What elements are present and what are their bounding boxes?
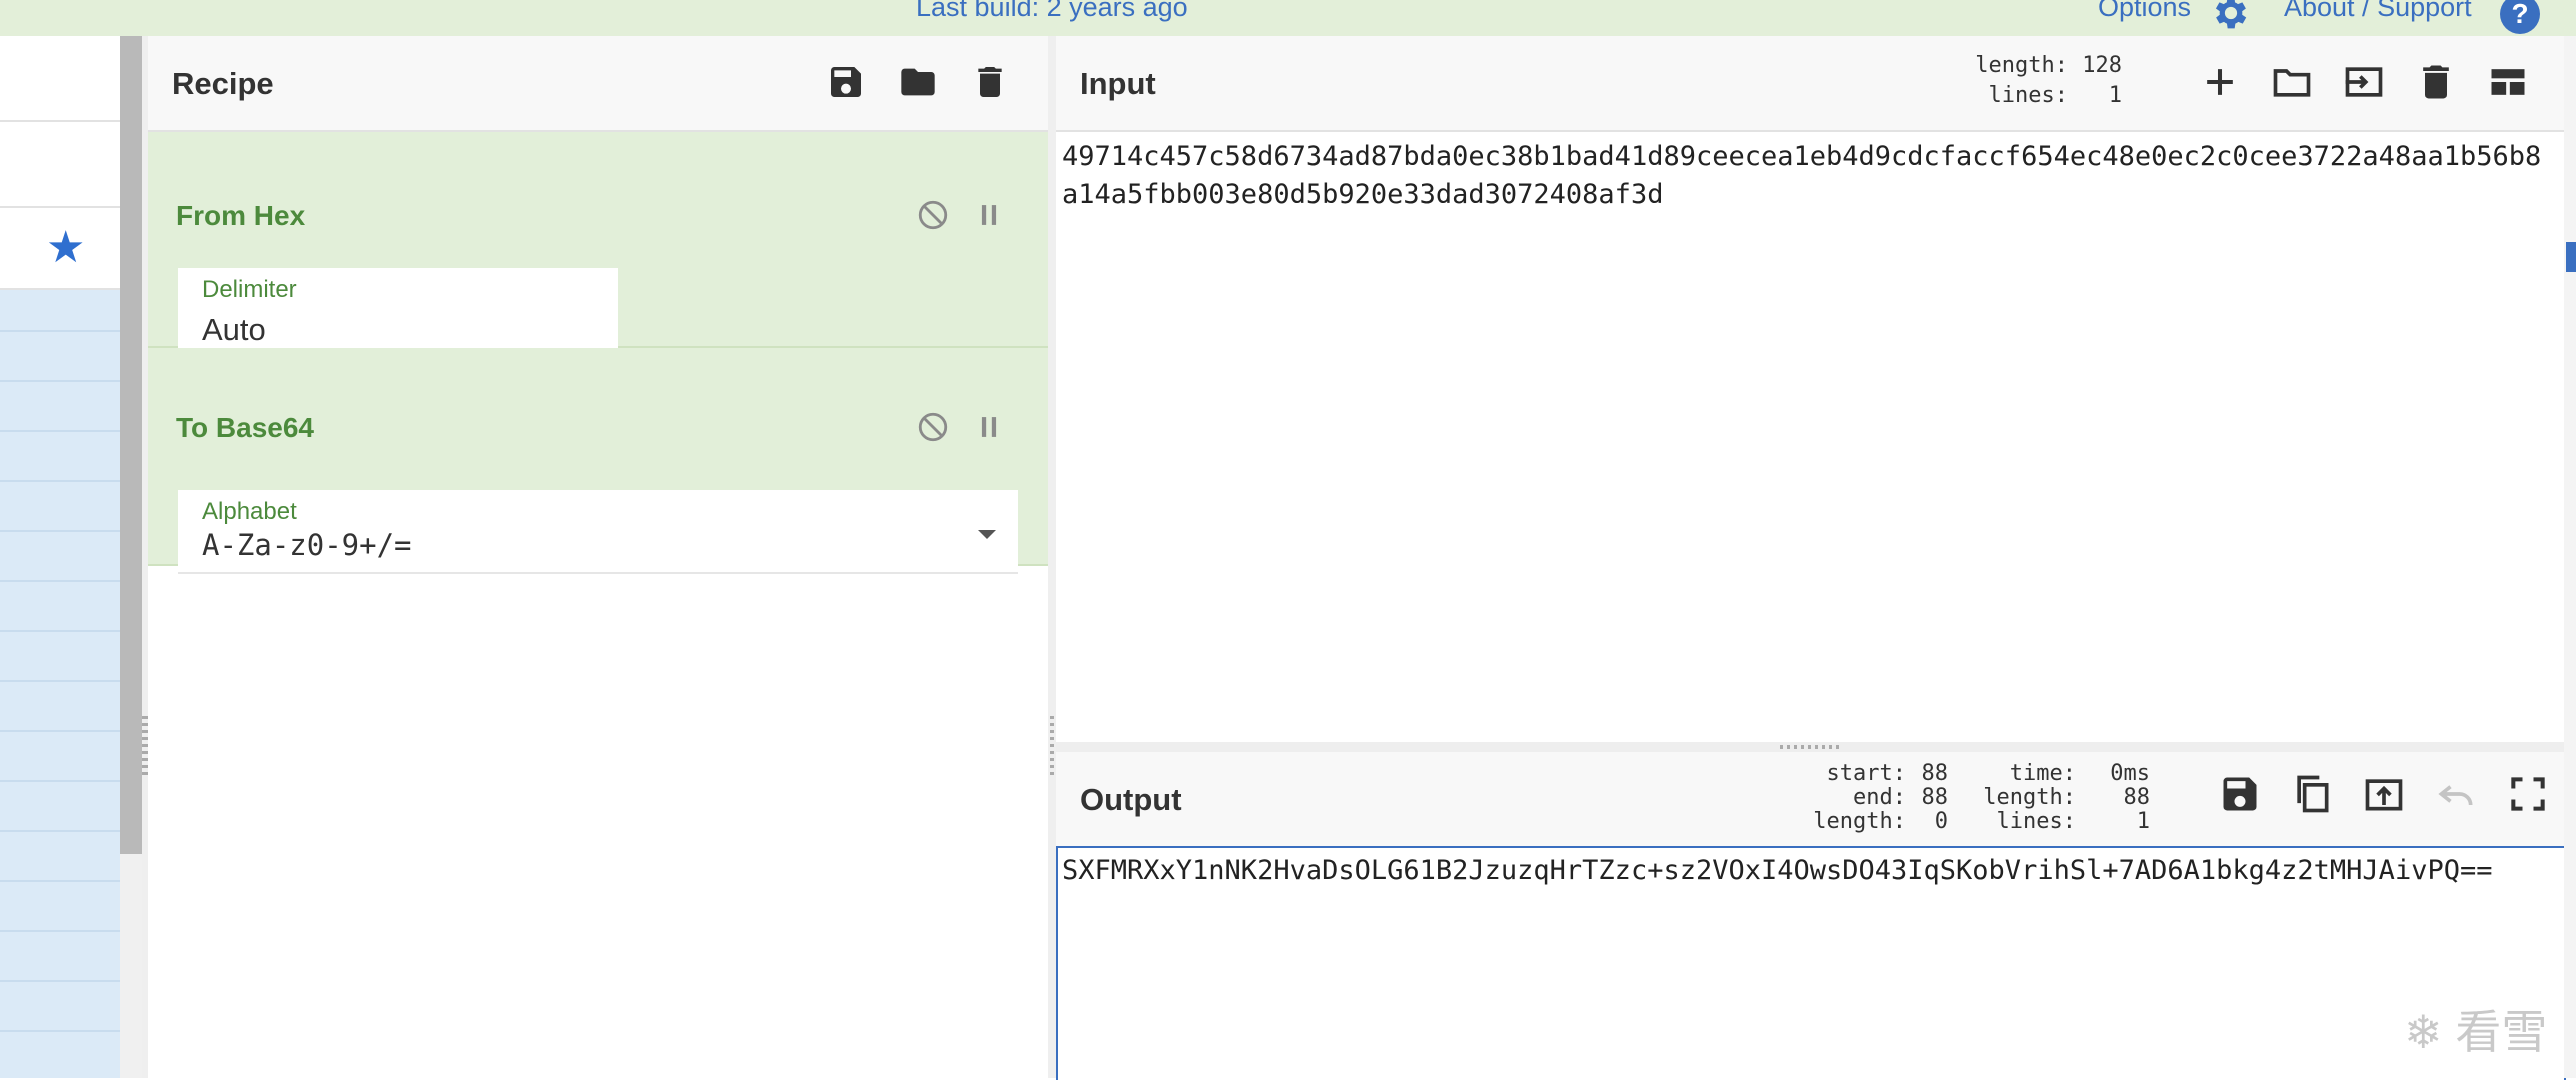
- disable-icon[interactable]: [916, 198, 950, 232]
- resize-grip: [1050, 716, 1054, 776]
- gear-icon[interactable]: [2210, 0, 2252, 34]
- recipe-panel: Recipe From Hex Delimiter Auto To Base64: [148, 36, 1048, 1078]
- about-support-link[interactable]: About / Support: [2284, 0, 2472, 23]
- pause-icon[interactable]: [972, 198, 1006, 232]
- operations-sidebar: ★: [0, 36, 120, 1078]
- output-lines-label: lines:: [1996, 809, 2076, 834]
- trash-icon[interactable]: [2414, 60, 2458, 104]
- options-link[interactable]: Options: [2098, 0, 2191, 23]
- output-start-value: 88: [1921, 761, 1949, 786]
- pause-icon[interactable]: [972, 410, 1006, 444]
- recipe-header: Recipe: [148, 36, 1048, 132]
- sidebar-header: [0, 36, 120, 122]
- input-header: Input length: 128 lines: 1: [1056, 36, 2564, 132]
- output-header: Output start: 88 end: 88 length: 0 time:…: [1056, 752, 2564, 848]
- output-length-value: 0: [1934, 809, 1948, 834]
- maximise-icon[interactable]: [2506, 772, 2550, 816]
- operation-name: To Base64: [176, 412, 314, 443]
- output-end-value: 88: [1921, 785, 1949, 810]
- layout-icon[interactable]: [2486, 60, 2530, 104]
- field-value[interactable]: A-Za-z0-9+/=: [202, 528, 412, 562]
- sidebar-scrollbar[interactable]: [120, 36, 142, 854]
- sidebar-scroll-track: [120, 854, 142, 1078]
- last-build-text: Last build: 2 years ago: [916, 0, 1188, 22]
- alphabet-select[interactable]: Alphabet A-Za-z0-9+/=: [178, 490, 1018, 574]
- field-value[interactable]: Auto: [202, 312, 266, 348]
- operation-to-base64[interactable]: To Base64 Alphabet A-Za-z0-9+/=: [148, 348, 1048, 574]
- output-length-label: length:: [1813, 809, 1906, 834]
- undo-icon[interactable]: [2434, 772, 2478, 816]
- output-text[interactable]: SXFMRXxY1nNK2HvaDsOLG61B2JzuzqHrTZzc+sz2…: [1062, 852, 2558, 1052]
- input-title: Input: [1080, 66, 1156, 101]
- recipe-resize-handle[interactable]: [1048, 36, 1056, 1078]
- operations-search[interactable]: [0, 122, 120, 208]
- recipe-title: Recipe: [172, 66, 274, 101]
- output-end-label: end:: [1853, 785, 1906, 810]
- delimiter-field[interactable]: Delimiter Auto: [178, 268, 618, 358]
- import-icon[interactable]: [2342, 60, 2386, 104]
- trash-icon[interactable]: [970, 62, 1010, 102]
- field-label: Alphabet: [202, 498, 297, 525]
- operation-name: From Hex: [176, 200, 306, 231]
- folder-icon[interactable]: [2270, 60, 2314, 104]
- star-icon[interactable]: ★: [46, 226, 85, 270]
- scroll-marker: [2566, 242, 2576, 272]
- right-scroll-edge: [2564, 36, 2576, 1078]
- input-lines-value: 1: [2108, 83, 2122, 108]
- disable-icon[interactable]: [916, 410, 950, 444]
- operation-from-hex[interactable]: From Hex Delimiter Auto: [148, 132, 1048, 358]
- plus-icon[interactable]: [2198, 60, 2242, 104]
- input-textarea[interactable]: 49714c457c58d6734ad87bda0ec38b1bad41d89c…: [1062, 138, 2556, 738]
- copy-icon[interactable]: [2290, 772, 2334, 816]
- replace-input-icon[interactable]: [2362, 772, 2406, 816]
- output-length2-label: length:: [1983, 785, 2076, 810]
- top-banner: Last build: 2 years ago Options About / …: [0, 0, 2576, 38]
- help-icon[interactable]: ?: [2500, 0, 2540, 34]
- output-length2-value: 88: [2123, 785, 2151, 810]
- output-title: Output: [1080, 782, 1182, 817]
- output-time-value: 0ms: [2110, 761, 2150, 786]
- resize-grip: [1780, 745, 1840, 749]
- field-label: Delimiter: [202, 276, 297, 303]
- input-length-value: 128: [2082, 53, 2122, 78]
- output-time-label: time:: [2009, 761, 2076, 786]
- save-icon[interactable]: [2218, 772, 2262, 816]
- watermark: ❄ 看雪: [2404, 1006, 2548, 1058]
- output-start-label: start:: [1826, 761, 1906, 786]
- input-length-label: length:: [1975, 53, 2068, 78]
- input-lines-label: lines:: [1988, 83, 2068, 108]
- chevron-down-icon[interactable]: [978, 530, 996, 539]
- output-lines-value: 1: [2136, 809, 2150, 834]
- folder-icon[interactable]: [898, 62, 938, 102]
- operations-list: [0, 290, 120, 1078]
- save-icon[interactable]: [826, 62, 866, 102]
